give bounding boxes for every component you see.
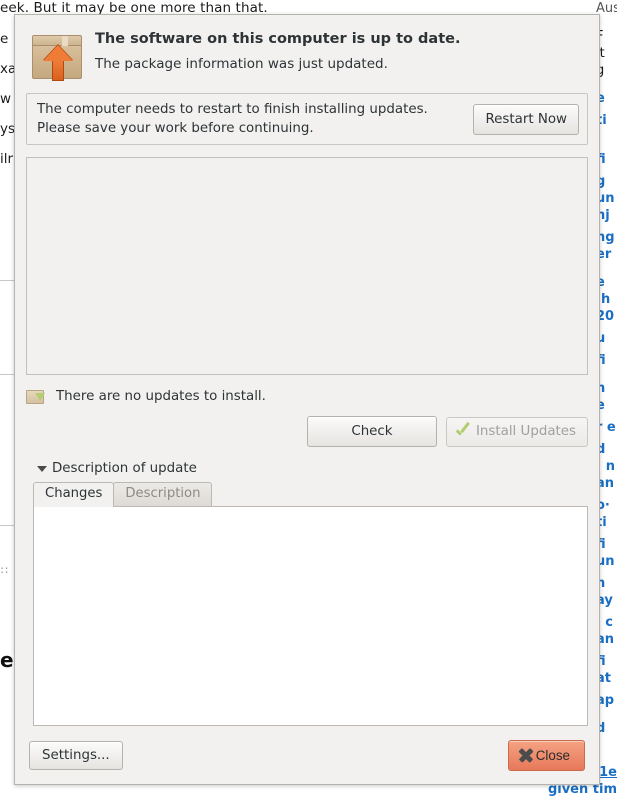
software-updater-dialog: The software on this computer is up to d…	[14, 14, 600, 785]
status-row: There are no updates to install.	[26, 386, 588, 406]
status-message: There are no updates to install.	[56, 388, 266, 404]
close-x-icon	[517, 747, 534, 764]
dialog-header-text: The software on this computer is up to d…	[95, 25, 461, 74]
background-left-dots: ∷	[1, 564, 8, 577]
install-updates-label: Install Updates	[475, 424, 576, 439]
close-button-label: Close	[535, 748, 570, 763]
dialog-header: The software on this computer is up to d…	[15, 15, 599, 91]
description-expander[interactable]: Description of update	[37, 461, 599, 476]
background-left-heading-fragment: e	[0, 648, 14, 672]
dialog-subtitle: The package information was just updated…	[95, 56, 388, 72]
description-expander-label: Description of update	[52, 461, 197, 476]
tab-description[interactable]: Description	[113, 482, 213, 506]
action-buttons-row: Check Install Updates	[26, 416, 588, 447]
install-updates-button[interactable]: Install Updates	[445, 416, 588, 447]
check-mark-icon	[455, 424, 471, 440]
check-button[interactable]: Check	[306, 416, 437, 447]
restart-now-button[interactable]: Restart Now	[473, 103, 579, 135]
tab-changes[interactable]: Changes	[33, 482, 115, 507]
restart-notice-bar: The computer needs to restart to finish …	[26, 93, 588, 145]
package-update-icon	[29, 27, 87, 83]
restart-notice-message: The computer needs to restart to finish …	[37, 102, 428, 136]
chevron-down-icon	[37, 465, 47, 472]
close-button[interactable]: Close	[507, 740, 585, 771]
settings-button[interactable]: Settings...	[29, 741, 123, 770]
updates-list[interactable]	[26, 157, 588, 375]
description-notebook: Changes Description	[33, 482, 588, 726]
dialog-footer: Settings... Close	[15, 726, 599, 784]
package-download-icon	[26, 388, 46, 405]
tab-content-panel[interactable]	[33, 506, 588, 726]
dialog-title: The software on this computer is up to d…	[95, 31, 461, 47]
tab-bar: Changes Description	[33, 482, 588, 507]
